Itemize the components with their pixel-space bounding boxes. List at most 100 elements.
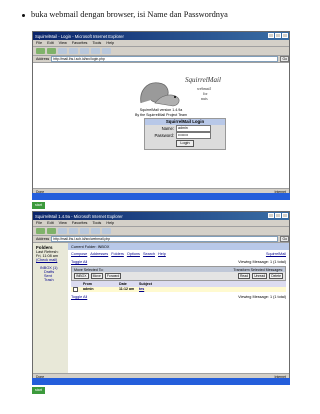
menu-tools[interactable]: Tools <box>92 41 101 45</box>
toggle-all-link-bottom[interactable]: Toggle All <box>71 295 87 299</box>
move-button[interactable]: Move <box>90 272 103 280</box>
nav-compose[interactable]: Compose <box>71 252 87 256</box>
action-buttons: INBOX Move Forward Read Unread Delete <box>72 272 285 280</box>
maximize-button[interactable] <box>275 213 281 218</box>
page-content: SquirrelMail webmail for nuts SquirrelMa… <box>33 63 289 189</box>
stop-icon[interactable] <box>58 48 67 54</box>
squirrelmail-logo: SquirrelMail webmail for nuts <box>140 76 221 107</box>
menu-favorites[interactable]: Favorites <box>72 221 88 225</box>
menu-tools[interactable]: Tools <box>92 221 101 225</box>
inbox-browser-window: SquirrelMail 1.4.9a - Microsoft Internet… <box>32 211 290 380</box>
name-input[interactable]: admin <box>176 125 211 132</box>
refresh-icon[interactable] <box>69 48 78 54</box>
menu-favorites[interactable]: Favorites <box>72 41 88 45</box>
nav-folders[interactable]: Folders <box>111 252 124 256</box>
current-folder: Current Folder: INBOX <box>71 244 110 249</box>
close-button[interactable] <box>282 33 288 38</box>
menu-view[interactable]: View <box>59 41 67 45</box>
version-text: SquirrelMail version 1.4.9a <box>139 108 183 112</box>
toggle-all-link[interactable]: Toggle All <box>71 260 87 264</box>
logo-title: SquirrelMail <box>185 76 221 84</box>
address-label: Address <box>36 57 50 61</box>
window-controls <box>268 213 288 218</box>
password-row: Password: •••••••• <box>145 132 225 139</box>
menu-bar: File Edit View Favorites Tools Help <box>33 220 289 227</box>
forward-icon[interactable] <box>47 48 56 54</box>
menu-edit[interactable]: Edit <box>47 41 54 45</box>
address-label: Address <box>36 237 50 241</box>
window-title: SquirrelMail - Login - Microsoft Interne… <box>35 33 124 39</box>
folder-trash[interactable]: Trash <box>36 278 65 282</box>
start-button[interactable]: start <box>32 202 45 209</box>
message-list: From Date Subject admin 11:12 am tes <box>71 281 286 292</box>
title-bar: SquirrelMail 1.4.9a - Microsoft Internet… <box>33 212 289 220</box>
favorites-icon[interactable] <box>102 48 111 54</box>
taskbar: start <box>32 193 290 209</box>
nav-search[interactable]: Search <box>143 252 155 256</box>
menu-view[interactable]: View <box>59 221 67 225</box>
row-checkbox[interactable] <box>73 286 78 292</box>
close-button[interactable] <box>282 213 288 218</box>
name-label: Name: <box>161 126 174 131</box>
list-controls: Toggle All Viewing Message: 1 (1 total) <box>68 257 289 266</box>
page-content: Folders Last Refresh: Fri, 11:08 am (Che… <box>33 243 289 374</box>
menu-file[interactable]: File <box>36 221 42 225</box>
address-input[interactable]: http://mail.lhs.l.sch.id/src/login.php <box>51 56 279 62</box>
brand-link[interactable]: SquirrelMail <box>266 252 286 256</box>
window-controls <box>268 33 288 38</box>
menu-edit[interactable]: Edit <box>47 221 54 225</box>
row-subject[interactable]: tes <box>139 287 169 291</box>
minimize-button[interactable] <box>268 213 274 218</box>
stop-icon[interactable] <box>58 228 67 234</box>
nav-options[interactable]: Options <box>127 252 140 256</box>
maximize-button[interactable] <box>275 33 281 38</box>
menu-help[interactable]: Help <box>106 221 114 225</box>
transform-label: Transform Selected Messages: <box>233 267 283 272</box>
taskbar: start <box>32 378 290 394</box>
home-icon[interactable] <box>80 228 89 234</box>
nav-addresses[interactable]: Addresses <box>90 252 108 256</box>
go-button[interactable]: Go <box>280 236 289 242</box>
address-bar: Address http://mail.lhs.l.sch.id/src/web… <box>33 236 289 243</box>
unread-button[interactable]: Unread <box>252 272 268 280</box>
menu-bar: File Edit View Favorites Tools Help <box>33 40 289 47</box>
col-date[interactable]: Date <box>119 282 139 286</box>
toolbar <box>33 47 289 56</box>
current-folder-bar: Current Folder: INBOX <box>68 243 289 250</box>
go-button[interactable]: Go <box>280 56 289 62</box>
read-button[interactable]: Read <box>237 272 251 280</box>
delete-button[interactable]: Delete <box>269 272 283 280</box>
move-folder-select[interactable]: INBOX <box>74 272 89 280</box>
login-form: SquirrelMail Login Name: admin Password:… <box>144 118 226 150</box>
col-subject[interactable]: Subject <box>139 282 169 286</box>
caption-text: buka webmail dengan browser, isi Name da… <box>31 10 228 19</box>
back-icon[interactable] <box>36 48 45 54</box>
col-from[interactable]: From <box>83 282 119 286</box>
nav-help[interactable]: Help <box>158 252 166 256</box>
menu-file[interactable]: File <box>36 41 42 45</box>
login-button[interactable]: Login <box>176 140 194 147</box>
forward-button[interactable]: Forward <box>104 272 122 280</box>
favorites-icon[interactable] <box>102 228 111 234</box>
address-input[interactable]: http://mail.lhs.l.sch.id/src/webmail.php <box>51 236 279 242</box>
menu-help[interactable]: Help <box>106 41 114 45</box>
move-selected-label: Move Selected To: <box>74 267 104 272</box>
forward-icon[interactable] <box>47 228 56 234</box>
row-from: admin <box>83 287 94 292</box>
row-date: 11:12 am <box>119 287 135 292</box>
start-button[interactable]: start <box>32 387 45 394</box>
minimize-button[interactable] <box>268 33 274 38</box>
home-icon[interactable] <box>80 48 89 54</box>
search-icon[interactable] <box>91 228 100 234</box>
viewing-count-bottom: Viewing Message: 1 (1 total) <box>238 294 286 299</box>
password-label: Password: <box>154 133 174 138</box>
search-icon[interactable] <box>91 48 100 54</box>
window-title: SquirrelMail 1.4.9a - Microsoft Internet… <box>35 213 123 219</box>
refresh-icon[interactable] <box>69 228 78 234</box>
action-box: Move Selected To: Transform Selected Mes… <box>71 266 286 281</box>
name-row: Name: admin <box>145 125 225 132</box>
folder-sidebar: Folders Last Refresh: Fri, 11:08 am (Che… <box>33 243 68 374</box>
back-icon[interactable] <box>36 228 45 234</box>
password-input[interactable]: •••••••• <box>176 132 211 139</box>
credits-text: By the SquirrelMail Project Team <box>134 113 188 117</box>
